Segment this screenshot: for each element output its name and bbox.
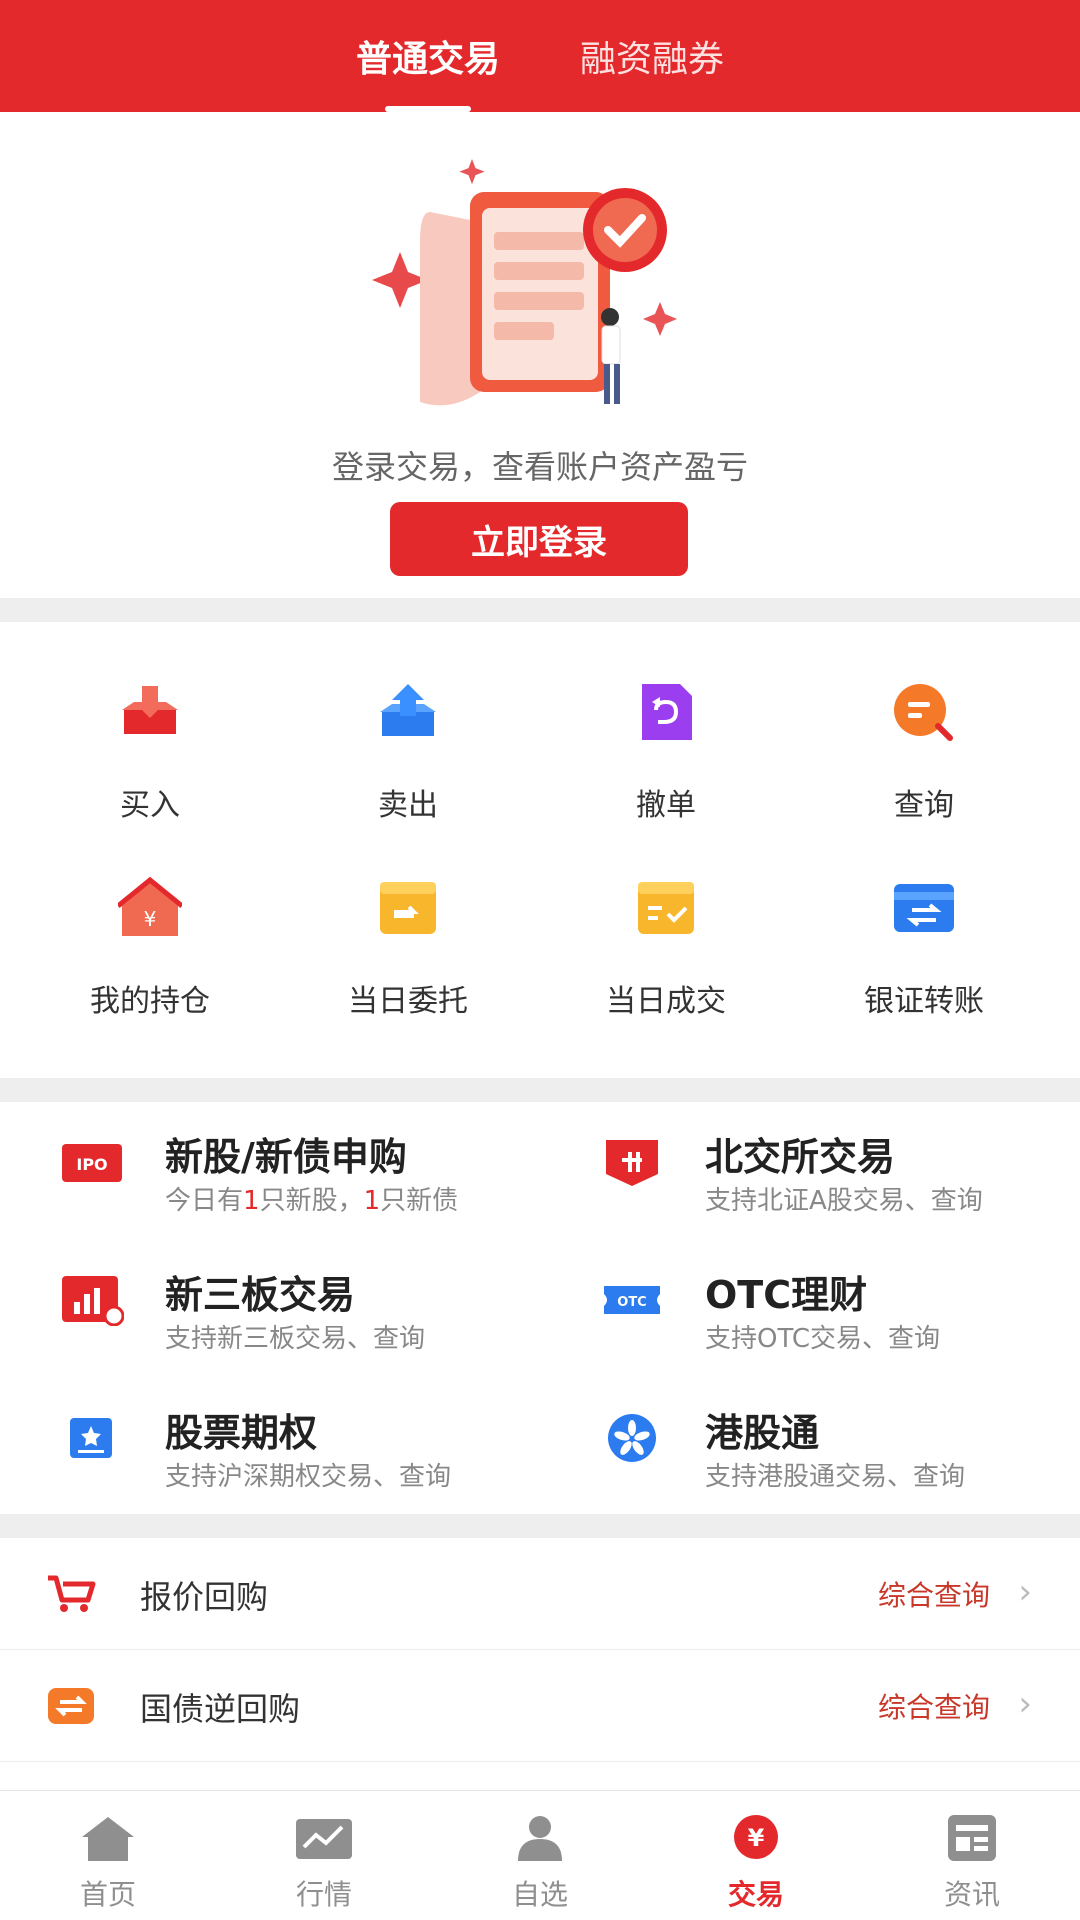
service-title: 新股/新债申购 bbox=[165, 1135, 407, 1179]
svg-text:¥: ¥ bbox=[748, 1824, 765, 1852]
options-icon bbox=[70, 1418, 112, 1458]
grid-item-today-deals[interactable]: 当日成交 bbox=[531, 816, 801, 1019]
nav-trade[interactable]: ¥ 交易 bbox=[648, 1791, 864, 1920]
grid-label: 当日委托 bbox=[348, 984, 468, 1019]
grid-item-query[interactable]: 查询 bbox=[789, 620, 1059, 823]
otc-icon: OTC bbox=[604, 1286, 660, 1314]
watchlist-icon bbox=[518, 1816, 562, 1861]
function-grid: 买入 卖出 撤单 查询 ¥ 我的持仓 当日委托 当日成交 银证转账 bbox=[0, 620, 1080, 1076]
nav-news[interactable]: 资讯 bbox=[864, 1791, 1080, 1920]
neeq-icon bbox=[62, 1276, 124, 1326]
nav-label: 自选 bbox=[511, 1878, 568, 1911]
login-button[interactable]: 立即登录 bbox=[390, 502, 688, 576]
login-illustration-icon bbox=[372, 159, 677, 406]
row-quote-repo[interactable]: 报价回购 综合查询 › bbox=[0, 1538, 1080, 1650]
grid-item-bank-transfer[interactable]: 银证转账 bbox=[789, 816, 1059, 1019]
nav-label: 交易 bbox=[727, 1878, 784, 1911]
svg-text:IPO: IPO bbox=[76, 1155, 107, 1174]
section-divider bbox=[0, 598, 1080, 622]
bse-icon bbox=[606, 1140, 658, 1186]
nav-label: 行情 bbox=[295, 1878, 352, 1911]
trade-icon: ¥ bbox=[734, 1815, 778, 1859]
chevron-right-icon: › bbox=[1018, 1572, 1032, 1612]
cancel-order-icon bbox=[642, 684, 692, 740]
row-label: 报价回购 bbox=[140, 1578, 269, 1616]
tab-margin-trading[interactable]: 融资融券 bbox=[580, 0, 724, 112]
service-subtitle: 支持OTC交易、查询 bbox=[705, 1324, 940, 1354]
service-title: 股票期权 bbox=[165, 1411, 318, 1455]
news-icon bbox=[948, 1815, 996, 1861]
service-list: IPO 新股/新债申购 今日有1只新股，1只新债 北交所交易 支持北证A股交易、… bbox=[0, 1100, 1080, 1512]
service-otc[interactable]: OTC OTC理财 支持OTC交易、查询 bbox=[540, 1238, 1080, 1368]
market-icon bbox=[296, 1819, 352, 1859]
service-title: 北交所交易 bbox=[705, 1135, 896, 1179]
nav-home[interactable]: 首页 bbox=[0, 1791, 216, 1920]
row-label: 国债逆回购 bbox=[140, 1690, 301, 1728]
query-icon bbox=[894, 684, 953, 741]
tab-normal-trading[interactable]: 普通交易 bbox=[356, 0, 500, 112]
grid-item-today-orders[interactable]: 当日委托 bbox=[273, 816, 543, 1019]
service-subtitle: 支持沪深期权交易、查询 bbox=[165, 1462, 452, 1492]
section-divider bbox=[0, 1514, 1080, 1538]
hk-connect-icon bbox=[608, 1414, 656, 1462]
nav-label: 资讯 bbox=[943, 1878, 1000, 1911]
section-divider bbox=[0, 1078, 1080, 1102]
service-subtitle: 支持北证A股交易、查询 bbox=[705, 1186, 983, 1216]
sell-icon bbox=[380, 684, 436, 736]
service-title: 新三板交易 bbox=[165, 1273, 356, 1317]
service-options[interactable]: 股票期权 支持沪深期权交易、查询 bbox=[0, 1376, 540, 1506]
svg-text:¥: ¥ bbox=[144, 907, 157, 931]
service-subtitle: 支持新三板交易、查询 bbox=[165, 1324, 426, 1354]
buy-icon bbox=[122, 686, 178, 734]
service-bse[interactable]: 北交所交易 支持北证A股交易、查询 bbox=[540, 1100, 1080, 1230]
service-subtitle: 今日有1只新股，1只新债 bbox=[165, 1186, 459, 1216]
today-deals-icon bbox=[638, 882, 694, 934]
repo-icon bbox=[48, 1688, 94, 1724]
row-reverse-repo[interactable]: 国债逆回购 综合查询 › bbox=[0, 1650, 1080, 1762]
comprehensive-query-link[interactable]: 综合查询 bbox=[878, 1686, 990, 1726]
grid-label: 我的持仓 bbox=[90, 984, 210, 1019]
service-subtitle: 支持港股通交易、查询 bbox=[705, 1462, 966, 1492]
grid-label: 银证转账 bbox=[864, 984, 984, 1019]
service-ipo[interactable]: IPO 新股/新债申购 今日有1只新股，1只新债 bbox=[0, 1100, 540, 1230]
ipo-icon: IPO bbox=[62, 1144, 122, 1182]
grid-item-holdings[interactable]: ¥ 我的持仓 bbox=[15, 816, 285, 1019]
login-hero: 登录交易，查看账户资产盈亏 立即登录 bbox=[0, 112, 1080, 596]
nav-market[interactable]: 行情 bbox=[216, 1791, 432, 1920]
comprehensive-query-link[interactable]: 综合查询 bbox=[878, 1574, 990, 1614]
cart-icon bbox=[48, 1575, 96, 1612]
login-prompt-text: 登录交易，查看账户资产盈亏 bbox=[331, 448, 748, 486]
service-title: OTC理财 bbox=[705, 1273, 868, 1317]
home-icon bbox=[82, 1817, 134, 1861]
top-tab-bar: 普通交易 融资融券 bbox=[0, 0, 1080, 112]
service-hk-connect[interactable]: 港股通 支持港股通交易、查询 bbox=[540, 1376, 1080, 1506]
bank-transfer-icon bbox=[894, 884, 954, 932]
trade-page: 普通交易 融资融券 登录交易，查看账户资产盈亏 立即登录 买入 卖出 撤单 查询… bbox=[0, 0, 1080, 1920]
grid-item-buy[interactable]: 买入 bbox=[15, 620, 285, 823]
grid-item-sell[interactable]: 卖出 bbox=[273, 620, 543, 823]
nav-watchlist[interactable]: 自选 bbox=[432, 1791, 648, 1920]
service-neeq[interactable]: 新三板交易 支持新三板交易、查询 bbox=[0, 1238, 540, 1368]
grid-label: 当日成交 bbox=[606, 984, 726, 1019]
svg-text:OTC: OTC bbox=[617, 1295, 646, 1310]
nav-label: 首页 bbox=[79, 1878, 136, 1911]
chevron-right-icon: › bbox=[1018, 1684, 1032, 1724]
today-orders-icon bbox=[380, 882, 436, 934]
holdings-icon: ¥ bbox=[118, 876, 182, 936]
bottom-nav: 首页 行情 自选 ¥ 交易 资讯 bbox=[0, 1790, 1080, 1920]
service-title: 港股通 bbox=[705, 1411, 820, 1455]
grid-item-cancel-order[interactable]: 撤单 bbox=[531, 620, 801, 823]
